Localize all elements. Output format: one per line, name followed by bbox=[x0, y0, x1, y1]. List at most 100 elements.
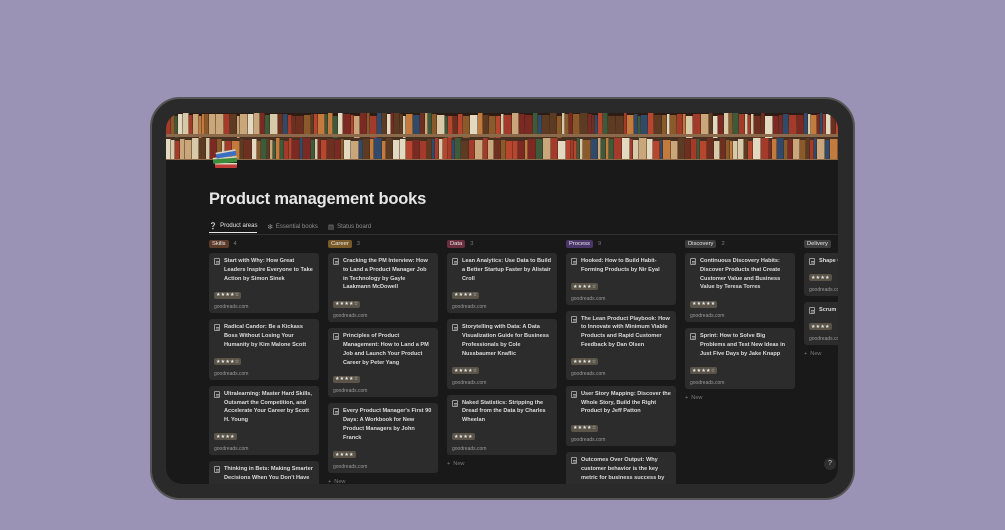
book-card[interactable]: User Story Mapping: Discover the Whole S… bbox=[566, 385, 676, 447]
book-spine bbox=[209, 114, 216, 136]
source-link[interactable]: goodreads.com bbox=[214, 371, 314, 377]
column-header[interactable]: Discovery 2 bbox=[685, 239, 795, 249]
book-spine bbox=[804, 113, 808, 135]
book-spine bbox=[583, 140, 591, 160]
book-card[interactable]: Storytelling with Data: A Data Visualiza… bbox=[447, 319, 557, 389]
book-spine bbox=[367, 113, 370, 135]
book-spine bbox=[420, 141, 427, 160]
book-title: Scrum the W Jeff S bbox=[819, 306, 838, 313]
column-header[interactable]: Delivery bbox=[804, 239, 838, 249]
source-link[interactable]: goodreads.com bbox=[571, 371, 671, 377]
book-spine bbox=[761, 138, 769, 160]
books-icon[interactable] bbox=[210, 143, 242, 173]
book-spine bbox=[677, 114, 683, 136]
book-card[interactable]: Shape Circles Matter ★★★★ goodreads.com bbox=[804, 253, 838, 296]
source-link[interactable]: goodreads.com bbox=[452, 380, 552, 386]
source-link[interactable]: goodreads.com bbox=[690, 313, 790, 319]
book-card[interactable]: Thinking in Bets: Making Smarter Decisio… bbox=[209, 460, 319, 484]
book-card[interactable]: Scrum the W Jeff S ★★★★ goodreads.com bbox=[804, 301, 838, 345]
book-spine bbox=[420, 113, 425, 135]
source-link[interactable]: goodreads.com bbox=[809, 287, 838, 293]
shelf-plank bbox=[166, 159, 838, 160]
new-card-button[interactable]: + New bbox=[685, 395, 795, 401]
book-spine bbox=[800, 140, 806, 160]
source-link[interactable]: goodreads.com bbox=[571, 437, 671, 443]
book-title: Hooked: How to Build Habit-Forming Produ… bbox=[581, 258, 660, 273]
book-spine bbox=[406, 114, 413, 136]
source-link[interactable]: goodreads.com bbox=[333, 388, 433, 394]
column-header[interactable]: Skills 4 bbox=[209, 239, 319, 249]
book-spine bbox=[709, 113, 713, 135]
book-card[interactable]: Continuous Discovery Habits: Discover Pr… bbox=[685, 253, 795, 323]
book-spine bbox=[400, 114, 403, 136]
source-link[interactable]: goodreads.com bbox=[571, 296, 671, 302]
table-icon: ▤ bbox=[327, 223, 335, 231]
column-count: 2 bbox=[721, 241, 725, 247]
book-card[interactable]: Sprint: How to Solve Big Problems and Te… bbox=[685, 328, 795, 389]
book-spine bbox=[707, 138, 714, 160]
tabs-divider bbox=[209, 234, 838, 235]
source-link[interactable]: goodreads.com bbox=[214, 446, 314, 452]
book-card[interactable]: Hooked: How to Build Habit-Forming Produ… bbox=[566, 253, 676, 305]
column-header[interactable]: Career 3 bbox=[328, 239, 438, 249]
book-card[interactable]: Every Product Manager's First 90 Days: A… bbox=[328, 403, 438, 473]
help-button[interactable]: ? bbox=[824, 458, 836, 470]
book-spine bbox=[573, 114, 580, 136]
book-spine bbox=[671, 141, 678, 160]
card-title-row: The Lean Product Playbook: How to Innova… bbox=[571, 315, 671, 350]
book-title: Every Product Manager's First 90 Days: A… bbox=[343, 408, 432, 441]
new-card-button[interactable]: + New bbox=[804, 351, 838, 357]
book-spine bbox=[730, 141, 733, 160]
book-card[interactable]: Radical Candor: Be a Kickass Boss Withou… bbox=[209, 319, 319, 380]
card-title-row: Outcomes Over Output: Why customer behav… bbox=[571, 456, 671, 482]
column-career: Career 3 Cracking the PM Interview: How to… bbox=[328, 239, 438, 484]
card-title-row: Every Product Manager's First 90 Days: A… bbox=[333, 407, 433, 442]
book-card[interactable]: Start with Why: How Great Leaders Inspir… bbox=[209, 253, 319, 314]
page-icon bbox=[571, 457, 577, 465]
book-card[interactable]: Principles of Product Management: How to… bbox=[328, 328, 438, 398]
source-link[interactable]: goodreads.com bbox=[214, 304, 314, 310]
source-link[interactable]: goodreads.com bbox=[690, 380, 790, 386]
column-header[interactable]: Process 9 bbox=[566, 239, 676, 249]
page-icon bbox=[690, 258, 696, 265]
book-card[interactable]: Ultralearning: Master Hard Skills, Outsm… bbox=[209, 385, 319, 455]
book-spine bbox=[647, 139, 653, 160]
source-link[interactable]: goodreads.com bbox=[809, 336, 838, 342]
page-icon bbox=[214, 258, 220, 265]
book-spine bbox=[769, 141, 772, 160]
notion-page: Product management books ❔ Product areas… bbox=[166, 113, 838, 484]
tab-essential-books[interactable]: ❇ Essential books bbox=[267, 220, 317, 233]
book-card[interactable]: Lean Analytics: Use Data to Build a Bett… bbox=[447, 253, 557, 314]
book-spine bbox=[370, 139, 374, 160]
tab-product-areas[interactable]: ❔ Product areas bbox=[209, 220, 258, 233]
book-card[interactable]: Cracking the PM Interview: How to Land a… bbox=[328, 253, 438, 323]
book-spine bbox=[565, 114, 569, 136]
book-card[interactable]: The Lean Product Playbook: How to Innova… bbox=[566, 310, 676, 380]
book-spine bbox=[634, 114, 638, 136]
book-spine bbox=[193, 114, 199, 136]
book-spine bbox=[171, 114, 175, 136]
book-spine bbox=[683, 114, 686, 136]
column-skills: Skills 4 Start with Why: How Great Leaders… bbox=[209, 239, 319, 484]
book-card[interactable]: Outcomes Over Output: Why customer behav… bbox=[566, 452, 676, 484]
page-icon bbox=[333, 408, 339, 416]
plus-icon: + bbox=[447, 460, 451, 467]
rating-stars: ★★★★☆ bbox=[571, 358, 599, 366]
book-spine bbox=[360, 113, 367, 135]
book-spine bbox=[660, 140, 663, 160]
book-spine bbox=[784, 140, 788, 160]
source-link[interactable]: goodreads.com bbox=[452, 304, 552, 310]
book-spine bbox=[166, 115, 171, 137]
new-card-button[interactable]: + New bbox=[447, 461, 557, 467]
book-card[interactable]: Naked Statistics: Stripping the Dread fr… bbox=[447, 394, 557, 455]
source-link[interactable]: goodreads.com bbox=[333, 464, 433, 470]
column-header[interactable]: Data 3 bbox=[447, 239, 557, 249]
book-spine bbox=[571, 140, 574, 160]
tab-status-board[interactable]: ▤ Status board bbox=[328, 220, 371, 233]
book-spine bbox=[318, 139, 321, 160]
source-link[interactable]: goodreads.com bbox=[333, 313, 433, 319]
new-card-button[interactable]: + New bbox=[328, 479, 438, 484]
book-spine bbox=[248, 114, 254, 136]
source-link[interactable]: goodreads.com bbox=[452, 446, 552, 452]
book-spine bbox=[748, 141, 753, 160]
